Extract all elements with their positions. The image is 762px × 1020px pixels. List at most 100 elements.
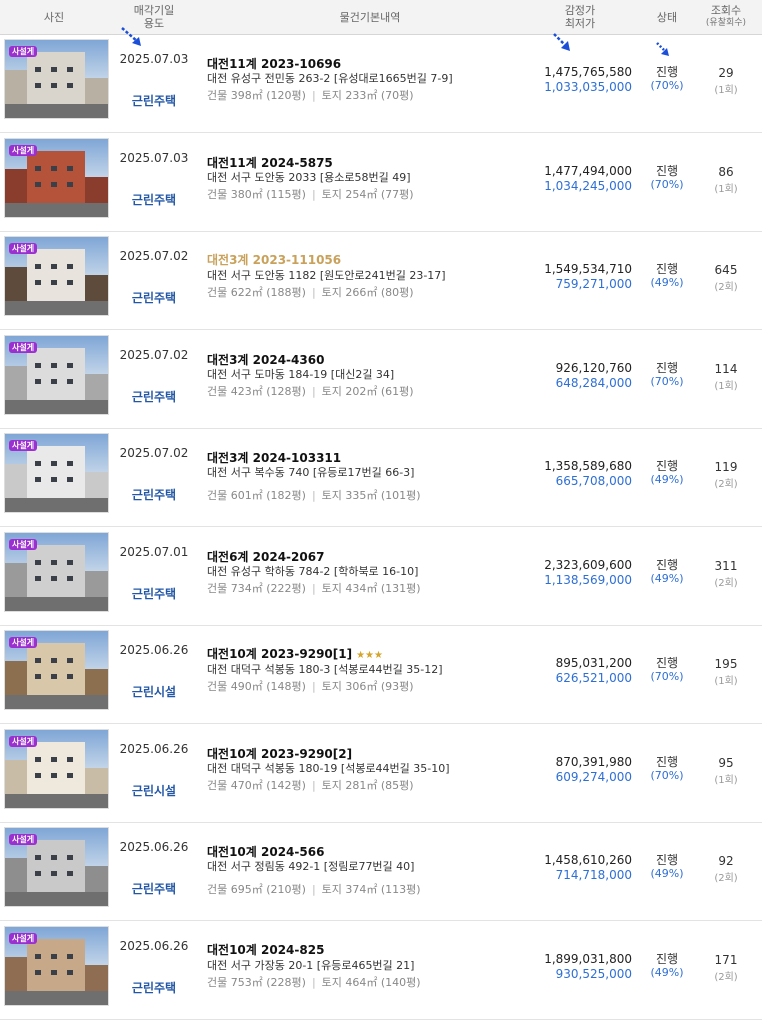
land-area: 토지 281㎡ (85평) [321, 778, 414, 792]
property-photo[interactable]: 사설게 [4, 39, 109, 119]
header-views[interactable]: 조회수 (유찰회수) [700, 0, 752, 34]
minimum-percent: (49%) [650, 965, 684, 979]
area-info: 건물 490㎡ (148평) | 토지 306㎡ (93평) [207, 680, 414, 693]
private-badge: 사설게 [9, 932, 38, 944]
header-usage-label: 용도 [143, 17, 165, 30]
building-area: 건물 398㎡ (120평) [207, 89, 306, 102]
usage-type: 근린주택 [131, 882, 177, 896]
status-badge: 진행 [655, 951, 679, 966]
case-title[interactable]: 대전3계 2023-111056 [207, 253, 341, 267]
table-row[interactable]: 사설게 2025.07.03 근린주택 대전11계 2024-5875 대전 서… [0, 133, 762, 232]
case-title-link[interactable]: 대전3계 2023-111056 [207, 251, 341, 268]
auction-date: 2025.07.02 [119, 347, 189, 362]
property-photo[interactable]: 사설게 [4, 728, 109, 809]
minimum-percent: (70%) [650, 768, 684, 782]
case-title-link[interactable]: 대전10계 2024-825 [207, 941, 324, 958]
appraisal-price: 1,458,610,260 [544, 853, 632, 867]
property-address: 대전 서구 도안동 2033 [용소로58번길 49] [207, 170, 411, 184]
minimum-price: 930,525,000 [555, 966, 632, 981]
table-row[interactable]: 사설게 2025.07.02 근린주택 대전3계 2024-4360 대전 서구… [0, 330, 762, 429]
minimum-price: 609,274,000 [555, 769, 632, 784]
case-title[interactable]: 대전11계 2023-10696 [207, 57, 341, 71]
private-badge: 사설게 [9, 834, 38, 845]
table-row[interactable]: 사설게 2025.07.03 근린주택 대전11계 2023-10696 대전 … [0, 34, 762, 133]
private-badge: 사설게 [9, 538, 38, 550]
land-area: 토지 434㎡ (131평) [321, 581, 421, 595]
view-count: 311 [714, 558, 738, 573]
property-photo[interactable]: 사설게 [4, 334, 109, 415]
status-badge: 진행 [655, 557, 679, 572]
table-row[interactable]: 사설게 2025.07.02 근린주택 대전3계 2023-111056 대전 … [0, 231, 762, 330]
case-title[interactable]: 대전6계 2024-2067 [207, 550, 324, 564]
table-row[interactable]: 사설게 2025.06.26 근린시설 대전10계 2023-9290[1] ★★… [0, 625, 762, 724]
usage-type: 근린주택 [131, 192, 177, 207]
usage-type: 근린주택 [131, 586, 177, 601]
header-status[interactable]: 상태 [644, 0, 690, 34]
minimum-percent: (70%) [650, 79, 684, 92]
header-views-label[interactable]: 조회수 [711, 4, 741, 17]
minimum-price: 1,138,569,000 [544, 572, 632, 587]
case-title[interactable]: 대전10계 2023-9290[1] [207, 647, 352, 661]
appraisal-price: 1,477,494,000 [544, 163, 632, 178]
view-count: 171 [714, 952, 738, 967]
auction-date: 2025.06.26 [119, 840, 189, 854]
private-badge: 사설게 [9, 440, 38, 451]
area-info: 건물 470㎡ (142평) | 토지 281㎡ (85평) [207, 778, 414, 792]
building-area: 건물 734㎡ (222평) [207, 581, 306, 595]
table-row[interactable]: 사설게 2025.07.02 근린주택 대전3계 2024-103311 대전 … [0, 428, 762, 527]
appraisal-price: 1,358,589,680 [544, 459, 632, 473]
header-price[interactable]: 감정가 최저가 [530, 0, 630, 34]
property-photo[interactable]: 사설게 [4, 531, 109, 612]
case-title-link[interactable]: 대전10계 2023-9290[1] ★★★ [207, 645, 383, 662]
appraisal-price: 1,899,031,800 [544, 951, 632, 966]
minimum-price: 626,521,000 [555, 671, 632, 685]
land-area: 토지 306㎡ (93평) [321, 680, 414, 693]
area-info: 건물 622㎡ (188평) | 토지 266㎡ (80평) [207, 286, 414, 299]
status-badge: 진행 [655, 853, 679, 867]
area-info: 건물 753㎡ (228평) | 토지 464㎡ (140평) [207, 975, 421, 989]
land-area: 토지 335㎡ (101평) [321, 489, 421, 502]
case-title[interactable]: 대전10계 2024-566 [207, 845, 324, 859]
usage-type: 근린시설 [131, 685, 177, 699]
fail-count: (1회) [714, 183, 738, 195]
view-count: 92 [718, 854, 734, 868]
property-address: 대전 대덕구 석봉동 180-3 [석봉로44번길 35-12] [207, 663, 443, 676]
case-title[interactable]: 대전10계 2024-825 [207, 943, 324, 957]
property-photo[interactable]: 사설게 [4, 137, 109, 218]
minimum-percent: (49%) [650, 867, 684, 880]
building-area: 건물 695㎡ (210평) [207, 883, 306, 896]
header-status-label[interactable]: 상태 [657, 11, 677, 24]
auction-date: 2025.06.26 [119, 938, 189, 953]
auction-date: 2025.07.01 [119, 544, 189, 559]
table-row[interactable]: 사설게 2025.06.26 근린시설 대전10계 2023-9290[2] 대… [0, 724, 762, 823]
case-title[interactable]: 대전3계 2024-103311 [207, 451, 341, 465]
private-badge: 사설게 [9, 144, 38, 156]
fail-count: (2회) [714, 282, 738, 293]
building-area: 건물 470㎡ (142평) [207, 778, 306, 792]
status-badge: 진행 [655, 754, 679, 769]
case-title[interactable]: 대전3계 2024-4360 [207, 353, 324, 367]
property-photo[interactable]: 사설게 [4, 236, 109, 316]
property-address: 대전 유성구 전민동 263-2 [유성대로1665번길 7-9] [207, 72, 453, 85]
property-photo[interactable]: 사설게 [4, 433, 109, 513]
minimum-percent: (49%) [650, 473, 684, 486]
header-date-label[interactable]: 매각기일 [134, 4, 174, 17]
property-photo[interactable]: 사설게 [4, 827, 109, 907]
table-row[interactable]: 사설게 2025.07.01 근린주택 대전6계 2024-2067 대전 유성… [0, 527, 762, 626]
land-area: 토지 374㎡ (113평) [321, 883, 421, 896]
minimum-price: 1,033,035,000 [544, 80, 632, 94]
header-appraisal-label[interactable]: 감정가 [565, 4, 595, 17]
case-title[interactable]: 대전10계 2023-9290[2] [207, 747, 352, 761]
table-row[interactable]: 사설게 2025.06.26 근린주택 대전10계 2024-825 대전 서구… [0, 921, 762, 1020]
property-photo[interactable]: 사설게 [4, 925, 109, 1006]
table-row[interactable]: 사설게 2025.06.26 근린주택 대전10계 2024-566 대전 서구… [0, 822, 762, 921]
case-title[interactable]: 대전11계 2024-5875 [207, 156, 333, 170]
status-badge: 진행 [655, 656, 679, 670]
header-fails-label: (유찰회수) [705, 18, 747, 28]
header-minimum-label[interactable]: 최저가 [565, 17, 595, 30]
property-photo[interactable]: 사설게 [4, 630, 109, 710]
auction-date: 2025.07.02 [119, 446, 189, 460]
minimum-price: 1,034,245,000 [544, 178, 632, 193]
area-info: 건물 601㎡ (182평) | 토지 335㎡ (101평) [207, 489, 421, 502]
view-count: 195 [714, 657, 738, 671]
